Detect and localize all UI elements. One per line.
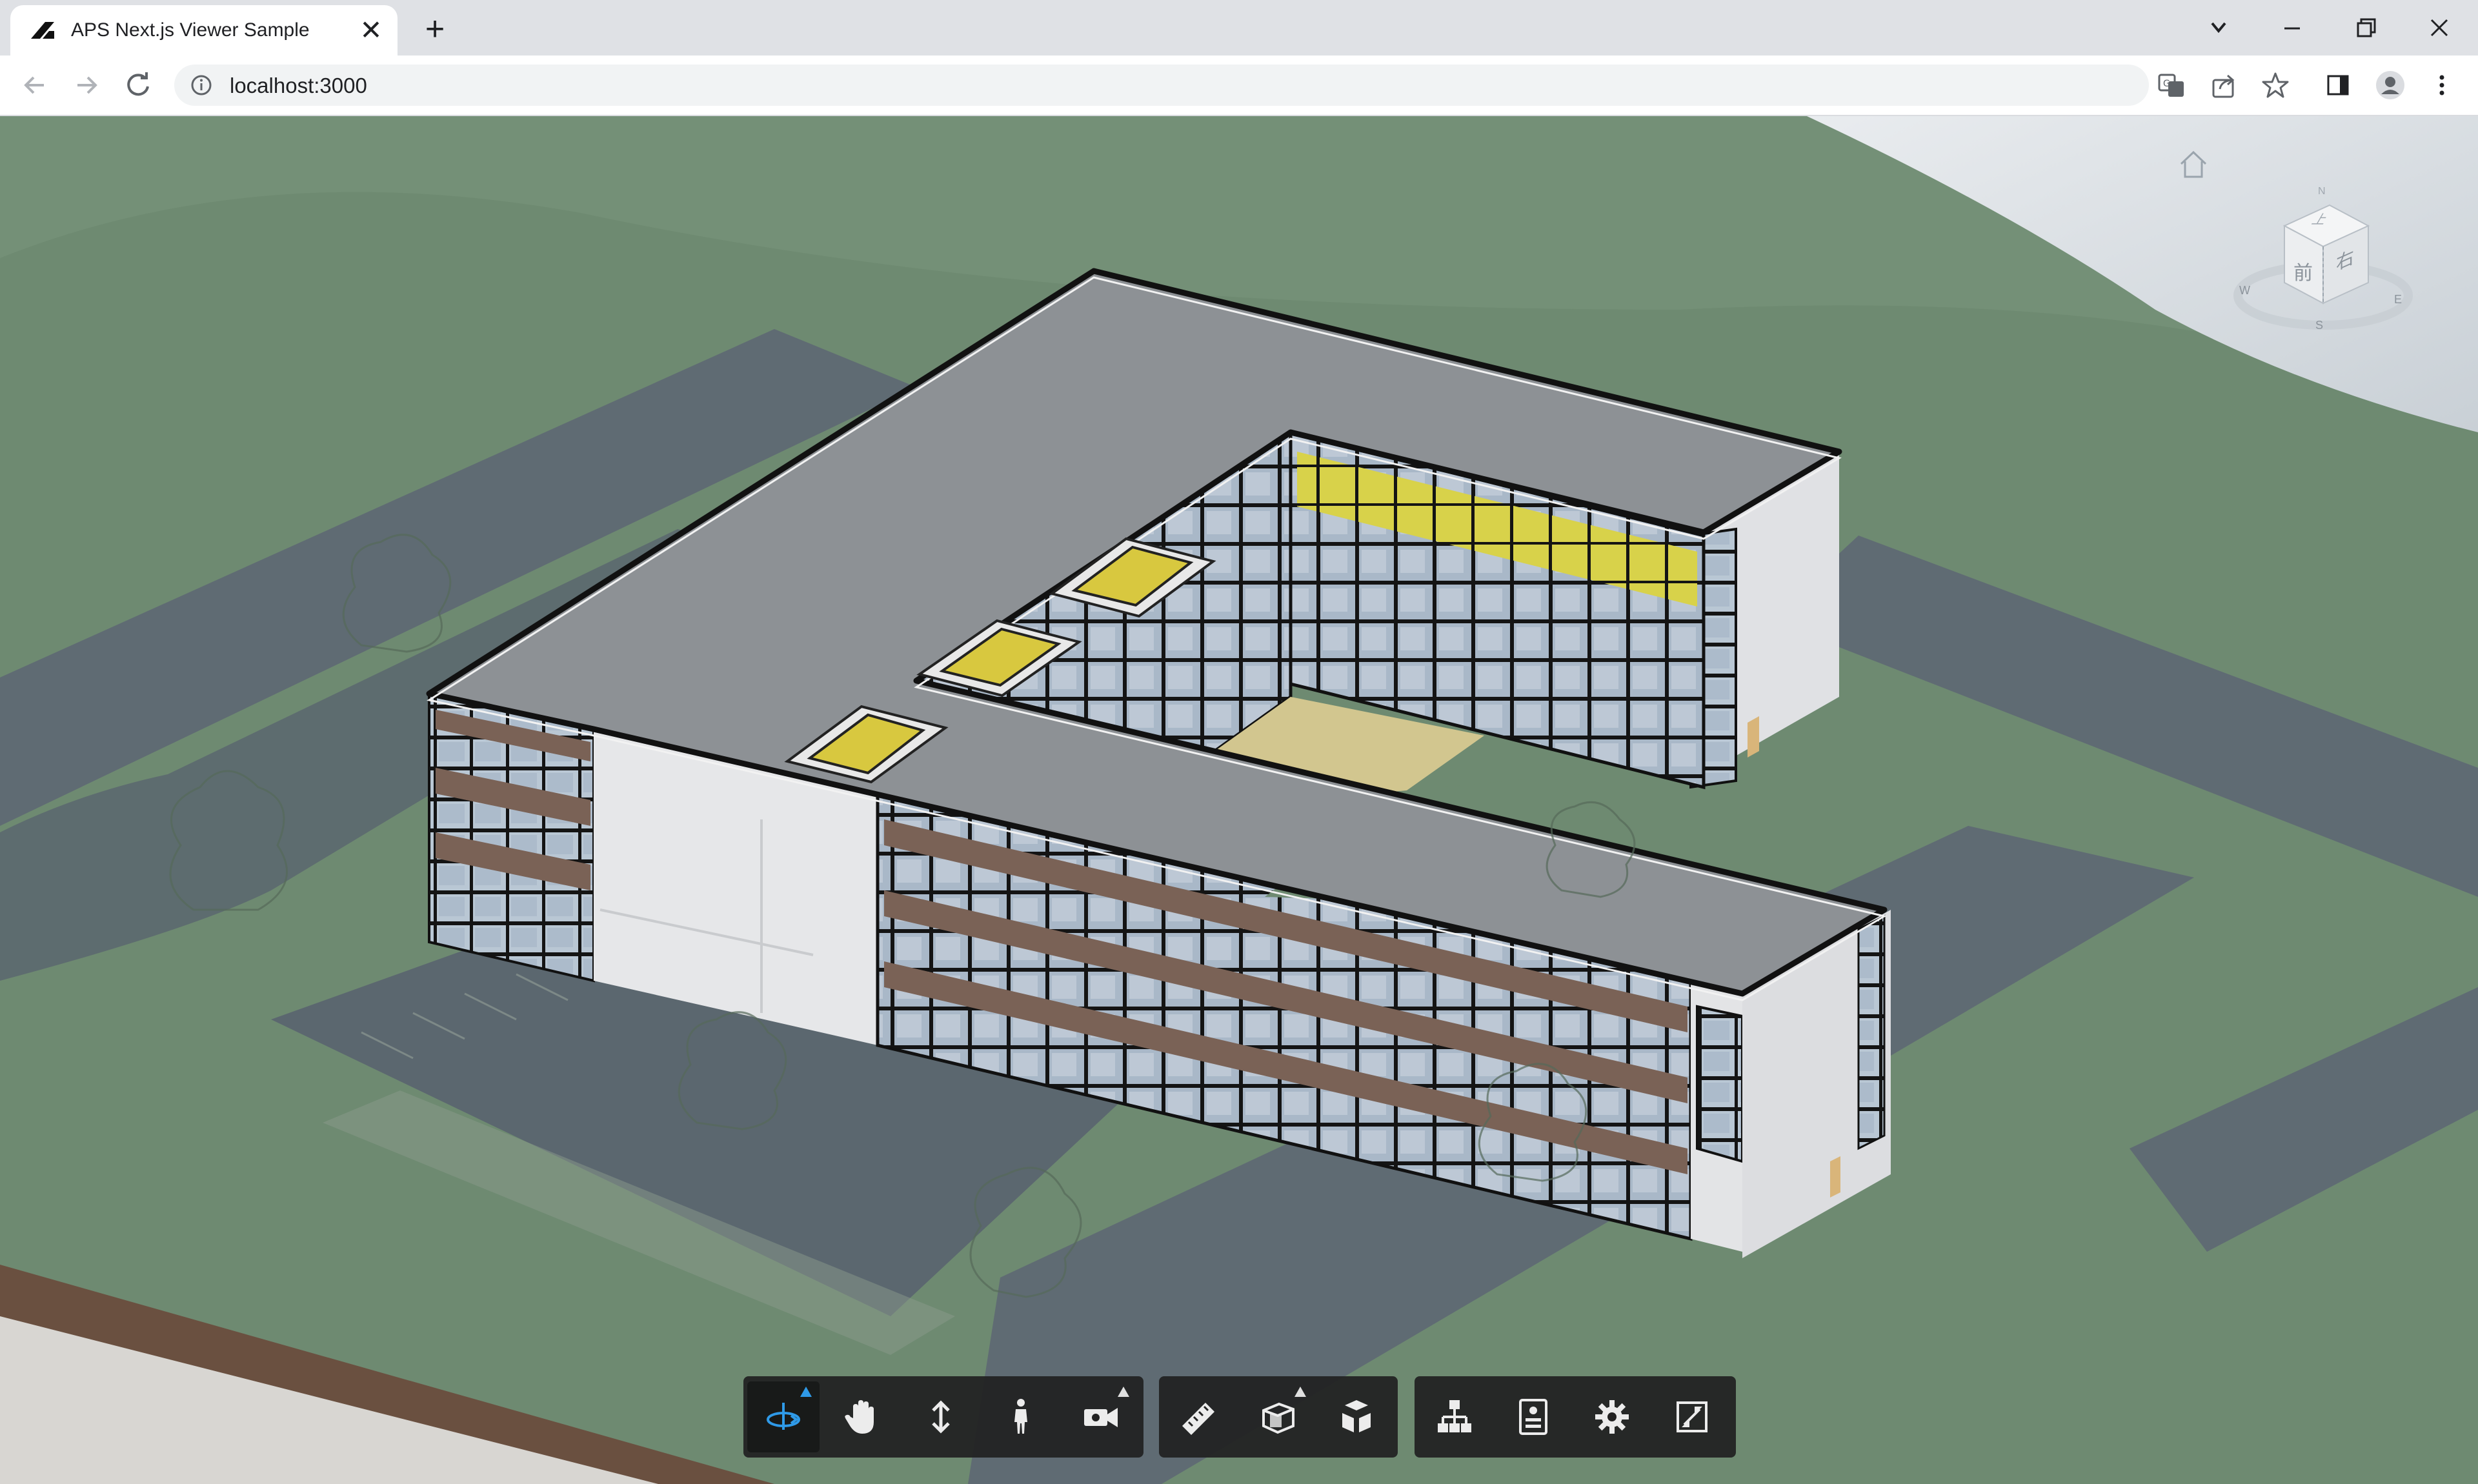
home-icon[interactable] xyxy=(2173,145,2213,185)
zoom-button[interactable] xyxy=(905,1381,977,1452)
measure-icon xyxy=(1182,1403,1214,1435)
site-info-icon[interactable] xyxy=(190,74,213,97)
measure-button[interactable] xyxy=(1163,1381,1235,1452)
settings-icon xyxy=(1595,1400,1629,1434)
compass-east[interactable]: E xyxy=(2394,293,2402,306)
orbit-flyout-indicator[interactable] xyxy=(800,1387,812,1397)
fullscreen-icon xyxy=(1677,1401,1707,1432)
orbit-icon xyxy=(767,1403,800,1430)
close-window-icon[interactable] xyxy=(2415,6,2464,49)
camera-icon xyxy=(1084,1408,1118,1427)
viewer-canvas[interactable]: 前 右 上 W S E N xyxy=(0,116,2478,1484)
settings-button[interactable] xyxy=(1576,1381,1648,1452)
autodesk-logo-icon xyxy=(31,22,54,39)
browser-tab[interactable]: APS Next.js Viewer Sample ✕ xyxy=(10,5,398,55)
camera-flyout-indicator[interactable] xyxy=(1118,1387,1129,1397)
restore-icon[interactable] xyxy=(2341,6,2390,49)
viewer-toolbar xyxy=(0,1376,2478,1460)
fullscreen-button[interactable] xyxy=(1656,1381,1728,1452)
camera-button[interactable] xyxy=(1065,1381,1137,1452)
tab-close-icon[interactable]: ✕ xyxy=(355,14,387,46)
forward-icon[interactable] xyxy=(66,65,107,106)
explode-icon xyxy=(1342,1400,1371,1432)
browser-menu-icon[interactable] xyxy=(2421,65,2463,106)
viewcube-face-front[interactable]: 前 xyxy=(2293,257,2313,285)
reload-icon[interactable] xyxy=(117,65,159,106)
browser-toolbar: localhost:3000 G xyxy=(0,55,2478,116)
tab-search-icon[interactable] xyxy=(2194,6,2243,49)
zoom-icon xyxy=(932,1400,950,1434)
first-person-button[interactable] xyxy=(985,1381,1057,1452)
properties-button[interactable] xyxy=(1497,1381,1569,1452)
back-icon[interactable] xyxy=(14,65,55,106)
url-text[interactable]: localhost:3000 xyxy=(230,74,367,98)
explode-button[interactable] xyxy=(1320,1381,1393,1452)
share-icon[interactable] xyxy=(2203,65,2244,106)
navigation-tools-group xyxy=(743,1376,1143,1458)
bookmark-star-icon[interactable] xyxy=(2255,65,2296,106)
new-tab-button[interactable]: + xyxy=(416,10,454,49)
tab-strip: APS Next.js Viewer Sample ✕ + xyxy=(0,0,2478,55)
model-browser-icon xyxy=(1438,1400,1471,1432)
settings-tools-group xyxy=(1415,1376,1736,1458)
tab-title: APS Next.js Viewer Sample xyxy=(71,19,310,41)
profile-avatar-icon[interactable] xyxy=(2370,65,2411,106)
section-flyout-indicator[interactable] xyxy=(1294,1387,1306,1397)
address-bar[interactable]: localhost:3000 xyxy=(174,65,2149,106)
svg-text:G: G xyxy=(2163,79,2170,89)
building-model[interactable] xyxy=(0,116,2478,1484)
section-icon xyxy=(1262,1402,1294,1434)
model-browser-button[interactable] xyxy=(1418,1381,1491,1452)
view-cube[interactable]: 前 右 上 W S E N xyxy=(2233,186,2413,342)
minimize-icon[interactable] xyxy=(2268,6,2317,49)
compass-north[interactable]: N xyxy=(2318,186,2326,197)
compass-south[interactable]: S xyxy=(2315,319,2323,332)
section-button[interactable] xyxy=(1242,1381,1314,1452)
pan-icon xyxy=(845,1400,874,1434)
properties-icon xyxy=(1519,1399,1547,1435)
orbit-button[interactable] xyxy=(747,1381,820,1452)
modeling-tools-group xyxy=(1159,1376,1398,1458)
translate-icon[interactable]: G xyxy=(2150,65,2191,106)
pan-button[interactable] xyxy=(825,1381,897,1452)
first-person-icon xyxy=(1014,1399,1027,1434)
side-panel-icon[interactable] xyxy=(2318,65,2359,106)
compass-west[interactable]: W xyxy=(2239,284,2250,297)
